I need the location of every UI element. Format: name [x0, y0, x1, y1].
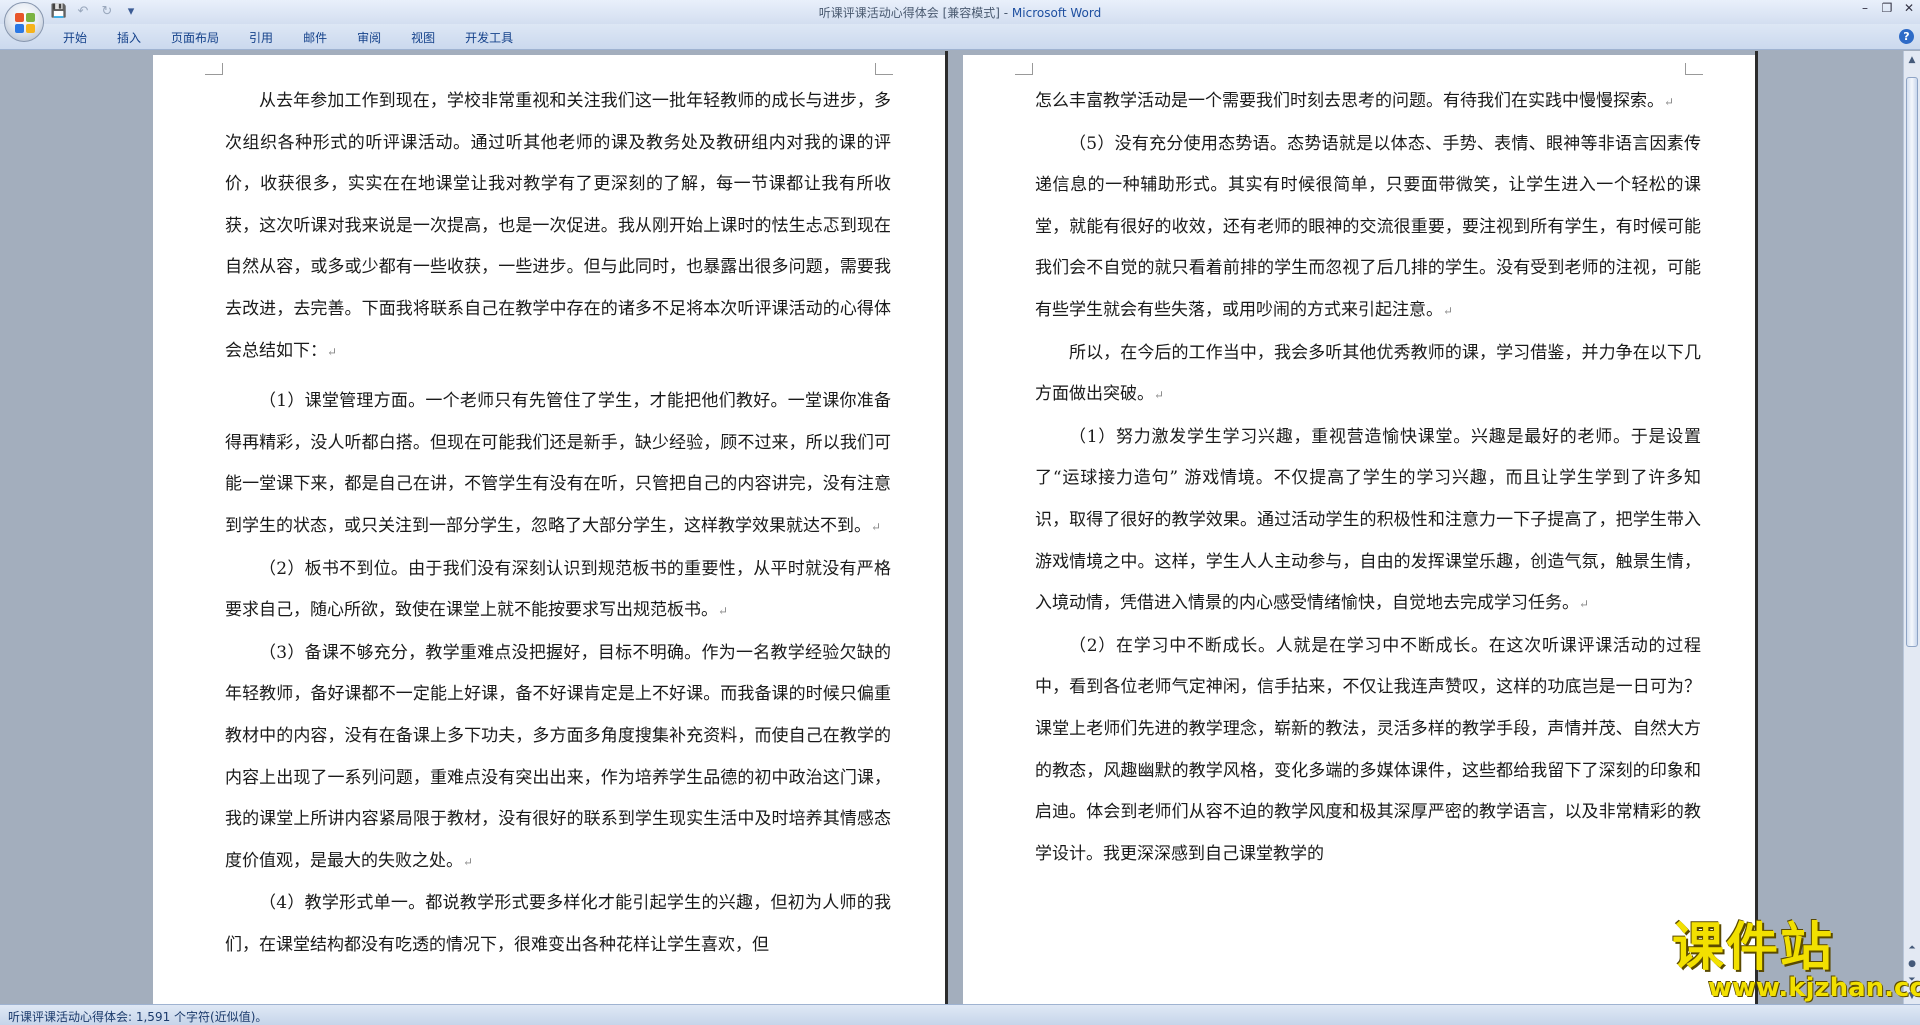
paragraph-text: 怎么丰富教学活动是一个需要我们时刻去思考的问题。有待我们在实践中慢慢探索。	[1035, 91, 1664, 111]
paragraph[interactable]: （2）在学习中不断成长。人就是在学习中不断成长。在这次听课评课活动的过程中，看到…	[1035, 626, 1701, 876]
paragraph-mark: ↵	[1154, 388, 1165, 403]
close-icon[interactable]: ✕	[1898, 0, 1920, 18]
office-logo-icon	[15, 13, 35, 33]
paragraph-mark: ↵	[327, 344, 338, 359]
paragraph-text: 从去年参加工作到现在，学校非常重视和关注我们这一批年轻教师的成长与进步，多次组织…	[225, 91, 891, 361]
paragraph-text: 所以，在今后的工作当中，我会多听其他优秀教师的课，学习借鉴，并力争在以下几方面做…	[1035, 342, 1701, 405]
paragraph-text: （1）努力激发学生学习兴趣，重视营造愉快课堂。兴趣是最好的老师。于是设置了“运球…	[1035, 426, 1701, 614]
document-workspace: 从去年参加工作到现在，学校非常重视和关注我们这一批年轻教师的成长与进步，多次组织…	[0, 51, 1903, 1004]
page-shadow	[945, 51, 948, 1004]
word-window: 💾 ↶ ↻ ▾ 听课评课活动心得体会 [兼容模式] - Microsoft Wo…	[0, 0, 1920, 1025]
paragraph-text: （3）备课不够充分，教学重难点没把握好，目标不明确。作为一名教学经验欠缺的年轻教…	[225, 642, 891, 871]
page-1-text[interactable]: 从去年参加工作到现在，学校非常重视和关注我们这一批年轻教师的成长与进步，多次组织…	[225, 81, 891, 966]
crop-mark	[875, 63, 893, 75]
crop-mark	[1015, 63, 1033, 75]
title-bar: 💾 ↶ ↻ ▾ 听课评课活动心得体会 [兼容模式] - Microsoft Wo…	[0, 0, 1920, 24]
crop-mark	[205, 63, 223, 75]
paragraph[interactable]: 从去年参加工作到现在，学校非常重视和关注我们这一批年轻教师的成长与进步，多次组织…	[225, 81, 891, 373]
paragraph[interactable]: （2）板书不到位。由于我们没有深刻认识到规范板书的重要性，从平时就没有严格要求自…	[225, 549, 891, 633]
office-button[interactable]	[4, 2, 44, 42]
paragraph-text: （1）课堂管理方面。一个老师只有先管住了学生，才能把他们教好。一堂课你准备得再精…	[225, 391, 891, 536]
watermark-url: www.kjzhan.com	[1708, 973, 1920, 1003]
restore-icon[interactable]: ❐	[1876, 0, 1898, 18]
paragraph-text: （2）在学习中不断成长。人就是在学习中不断成长。在这次听课评课活动的过程中，看到…	[1035, 635, 1701, 864]
tab-insert[interactable]: 插入	[102, 29, 156, 47]
crop-mark	[1685, 63, 1703, 75]
tab-references[interactable]: 引用	[234, 29, 288, 47]
scroll-thumb[interactable]	[1906, 77, 1918, 647]
paragraph-mark: ↵	[1443, 303, 1454, 318]
paragraph-mark: ↵	[1579, 597, 1590, 612]
window-controls: – ❐ ✕	[1854, 0, 1920, 20]
tab-view[interactable]: 视图	[396, 29, 450, 47]
paragraph[interactable]: （5）没有充分使用态势语。态势语就是以体态、手势、表情、眼神等非语言因素传递信息…	[1035, 124, 1701, 333]
tab-home[interactable]: 开始	[48, 29, 102, 47]
window-title: 听课评课活动心得体会 [兼容模式] - Microsoft Word	[0, 4, 1920, 21]
tab-mailings[interactable]: 邮件	[288, 29, 342, 47]
paragraph-text: （5）没有充分使用态势语。态势语就是以体态、手势、表情、眼神等非语言因素传递信息…	[1035, 133, 1701, 320]
paragraph-text: （2）板书不到位。由于我们没有深刻认识到规范板书的重要性，从平时就没有严格要求自…	[225, 558, 891, 621]
word-count-status[interactable]: 听课评课活动心得体会: 1,591 个字符(近似值)。	[8, 1008, 267, 1025]
paragraph[interactable]: （4）教学形式单一。都说教学形式要多样化才能引起学生的兴趣，但初为人师的我们，在…	[225, 883, 891, 966]
page-1[interactable]: 从去年参加工作到现在，学校非常重视和关注我们这一批年轻教师的成长与进步，多次组织…	[153, 55, 945, 1004]
paragraph[interactable]: （3）备课不够充分，教学重难点没把握好，目标不明确。作为一名教学经验欠缺的年轻教…	[225, 633, 891, 884]
status-bar: 听课评课活动心得体会: 1,591 个字符(近似值)。	[0, 1004, 1920, 1025]
paragraph-text: （4）教学形式单一。都说教学形式要多样化才能引起学生的兴趣，但初为人师的我们，在…	[225, 893, 891, 955]
watermark-text: 课件站	[1672, 918, 1835, 978]
paragraph-mark: ↵	[718, 604, 729, 619]
tab-review[interactable]: 审阅	[342, 29, 396, 47]
help-icon[interactable]: ?	[1899, 29, 1914, 44]
paragraph[interactable]: 怎么丰富教学活动是一个需要我们时刻去思考的问题。有待我们在实践中慢慢探索。↵	[1035, 81, 1701, 124]
scroll-up-icon[interactable]: ▲	[1905, 53, 1919, 67]
tab-developer[interactable]: 开发工具	[450, 29, 528, 47]
page-shadow	[1755, 51, 1758, 1004]
paragraph-mark: ↵	[1664, 95, 1675, 109]
document-title: 听课评课活动心得体会 [兼容模式] -	[818, 6, 1012, 20]
tab-page-layout[interactable]: 页面布局	[156, 29, 234, 47]
minimize-icon[interactable]: –	[1854, 0, 1876, 18]
paragraph[interactable]: 所以，在今后的工作当中，我会多听其他优秀教师的课，学习借鉴，并力争在以下几方面做…	[1035, 333, 1701, 417]
tab-list: 开始 插入 页面布局 引用 邮件 审阅 视图 开发工具	[48, 29, 528, 47]
page-2-text[interactable]: 怎么丰富教学活动是一个需要我们时刻去思考的问题。有待我们在实践中慢慢探索。↵ （…	[1035, 81, 1701, 875]
page-2[interactable]: 怎么丰富教学活动是一个需要我们时刻去思考的问题。有待我们在实践中慢慢探索。↵ （…	[963, 55, 1755, 1004]
paragraph[interactable]: （1）课堂管理方面。一个老师只有先管住了学生，才能把他们教好。一堂课你准备得再精…	[225, 381, 891, 548]
vertical-scrollbar[interactable]: ▲ ⏶ ● ⏷ ▼	[1903, 51, 1920, 1004]
paragraph-mark: ↵	[871, 519, 882, 534]
paragraph[interactable]: （1）努力激发学生学习兴趣，重视营造愉快课堂。兴趣是最好的老师。于是设置了“运球…	[1035, 417, 1701, 626]
ribbon-tabs: 开始 插入 页面布局 引用 邮件 审阅 视图 开发工具 ?	[0, 24, 1920, 50]
paragraph-mark: ↵	[463, 854, 474, 869]
watermark-logo: 课件站 www.kjzhan.com	[1668, 918, 1920, 1002]
app-name: Microsoft Word	[1011, 6, 1102, 20]
